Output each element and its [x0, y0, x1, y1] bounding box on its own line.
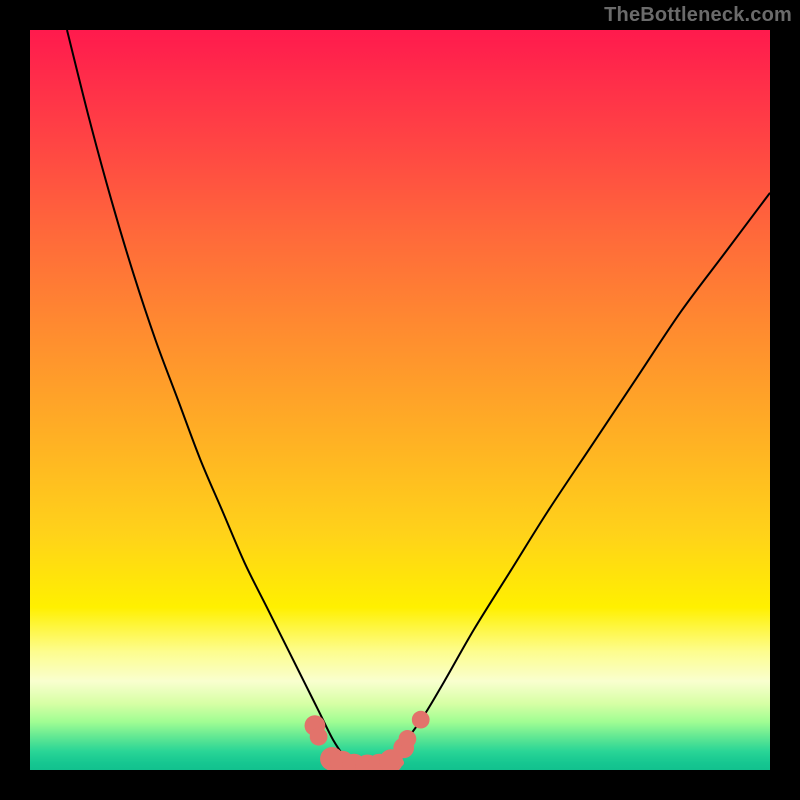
chart-frame: TheBottleneck.com [0, 0, 800, 800]
marker-9 [399, 730, 417, 748]
marker-1 [310, 728, 328, 746]
series-left-curve [67, 30, 348, 763]
watermark-text: TheBottleneck.com [604, 4, 792, 27]
series-right-curve [385, 193, 770, 763]
curve-group [67, 30, 770, 770]
marker-group [305, 711, 430, 770]
marker-10 [412, 711, 430, 729]
plot-area [30, 30, 770, 770]
chart-svg [30, 30, 770, 770]
